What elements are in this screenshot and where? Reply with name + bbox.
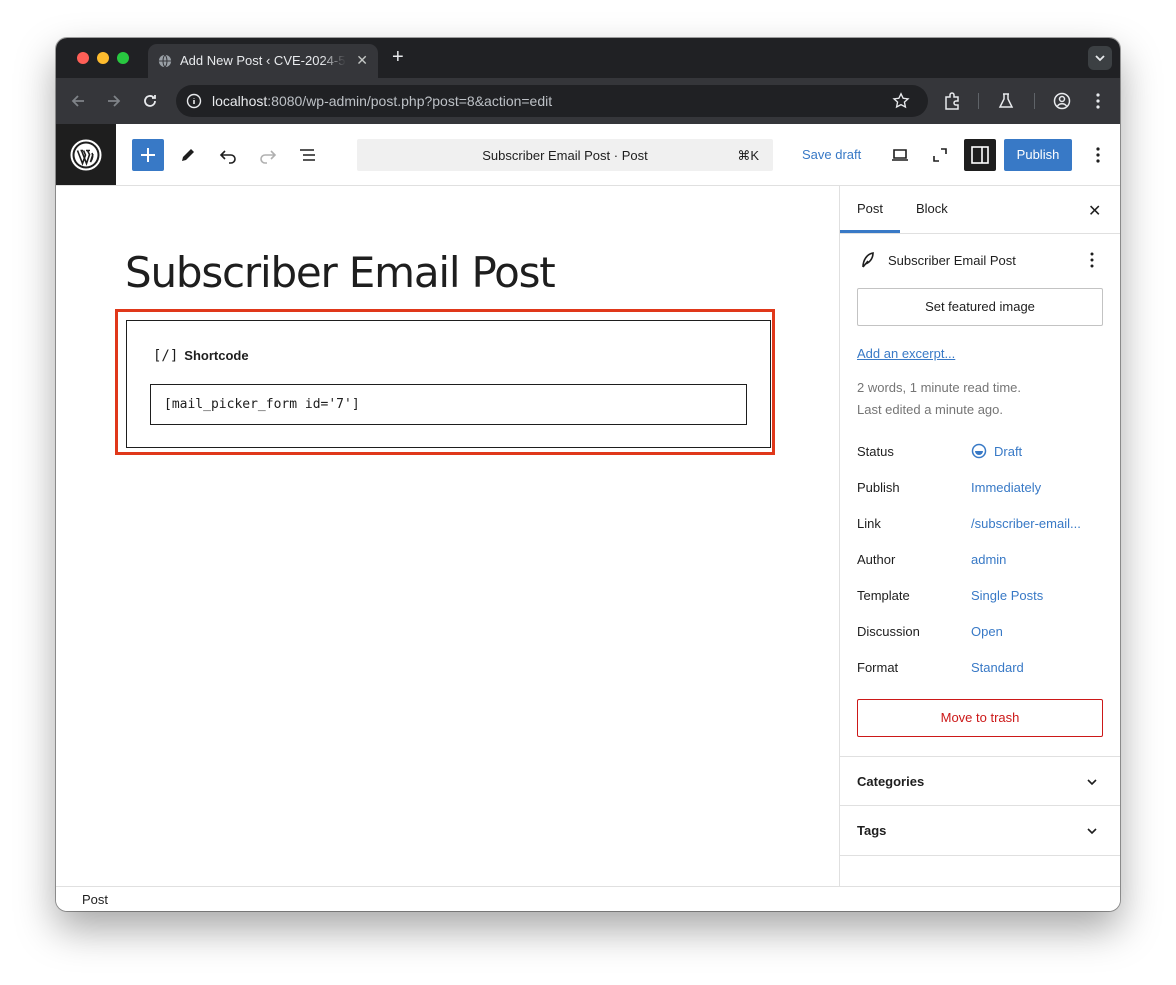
format-label: Format [857,660,899,675]
close-sidebar-icon[interactable]: ✕ [1088,201,1101,221]
format-value[interactable]: Standard [971,660,1024,675]
block-inserter-button[interactable] [132,139,164,171]
link-value[interactable]: /subscriber-email... [971,516,1081,531]
reload-icon[interactable] [140,91,160,111]
publish-label: Publish [857,480,900,495]
editor-header: Subscriber Email Post · Post ⌘K Save dra… [56,124,1120,186]
categories-panel[interactable]: Categories [840,756,1120,806]
close-window-button[interactable] [77,52,89,64]
post-title[interactable]: Subscriber Email Post [125,248,556,297]
tags-panel[interactable]: Tags [840,805,1120,856]
pencil-tools-icon[interactable] [176,143,200,167]
tab-strip: Add New Post ‹ CVE-2024-5 ✕ + [56,38,1120,78]
word-count-text: 2 words, 1 minute read time. [857,380,1022,395]
add-excerpt-link[interactable]: Add an excerpt... [857,346,955,361]
toolbar-divider [978,93,979,109]
browser-window: Add New Post ‹ CVE-2024-5 ✕ + localhost:… [56,38,1120,911]
labs-flask-icon[interactable] [996,91,1016,111]
shortcode-block-header: [/] Shortcode [153,348,249,364]
bookmark-star-icon[interactable] [892,92,910,110]
extensions-icon[interactable] [942,91,962,111]
sidebar-panel-icon [971,146,989,164]
address-bar[interactable]: localhost:8080/wp-admin/post.php?post=8&… [176,85,928,117]
chevron-down-icon [1095,55,1105,62]
undo-icon[interactable] [216,143,240,167]
browser-menu-icon[interactable] [1088,91,1108,111]
globe-icon [158,54,172,68]
back-arrow-icon[interactable] [68,91,88,111]
sidebar-post-title: Subscriber Email Post [888,253,1016,268]
status-label: Status [857,444,894,459]
shortcode-block-label: Shortcode [184,348,249,363]
toolbar-divider [1034,93,1035,109]
active-tab-indicator [840,230,900,233]
tab-close-icon[interactable]: ✕ [356,52,368,69]
tags-panel-title: Tags [857,823,887,838]
command-shortcut: ⌘K [737,148,759,163]
discussion-value[interactable]: Open [971,624,1003,639]
move-to-trash-button[interactable]: Move to trash [857,699,1103,737]
wordpress-logo-icon [70,139,102,171]
tab-post[interactable]: Post [857,201,883,216]
url-path: :8080/wp-admin/post.php?post=8&action=ed… [267,93,553,109]
document-title: Subscriber Email Post · Post [482,148,648,163]
wordpress-logo-button[interactable] [56,124,116,185]
command-palette-bar[interactable]: Subscriber Email Post · Post ⌘K [357,139,773,171]
post-feather-icon [862,252,874,268]
browser-tab[interactable]: Add New Post ‹ CVE-2024-5 ✕ [148,44,378,78]
fullscreen-icon[interactable] [928,143,952,167]
settings-sidebar: Post Block ✕ Subscriber Email Post Set f… [839,186,1120,886]
shortcode-block[interactable]: [/] Shortcode [mail_picker_form id='7'] [126,320,771,448]
sidebar-tabs: Post Block ✕ [840,186,1120,234]
shortcode-input[interactable]: [mail_picker_form id='7'] [150,384,747,425]
shortcode-icon: [/] [153,348,179,364]
preview-device-icon[interactable] [888,143,912,167]
publish-button[interactable]: Publish [1004,139,1072,171]
forward-arrow-icon[interactable] [104,91,124,111]
last-edited-text: Last edited a minute ago. [857,402,1003,417]
author-value[interactable]: admin [971,552,1006,567]
template-value[interactable]: Single Posts [971,588,1043,603]
post-actions-menu-icon[interactable] [1082,250,1102,270]
discussion-label: Discussion [857,624,920,639]
new-tab-button[interactable]: + [392,46,404,68]
draft-status-icon [971,443,987,459]
breadcrumb-post[interactable]: Post [82,892,108,907]
settings-sidebar-toggle[interactable] [964,139,996,171]
link-label: Link [857,516,881,531]
minimize-window-button[interactable] [97,52,109,64]
options-menu-icon[interactable] [1086,143,1110,167]
redo-icon[interactable] [256,143,280,167]
publish-value[interactable]: Immediately [971,480,1041,495]
chevron-down-icon [1087,828,1097,835]
tab-block[interactable]: Block [916,201,948,216]
save-draft-button[interactable]: Save draft [802,147,861,162]
site-info-icon[interactable] [186,93,202,109]
author-label: Author [857,552,896,567]
status-value[interactable]: Draft [994,444,1022,459]
url-host: localhost [212,93,268,109]
tab-title: Add New Post ‹ CVE-2024-5 [180,53,346,68]
categories-panel-title: Categories [857,774,925,789]
url-text: localhost:8080/wp-admin/post.php?post=8&… [212,93,552,109]
profile-icon[interactable] [1052,91,1072,111]
tab-search-button[interactable] [1088,46,1112,70]
editor-canvas: Subscriber Email Post [/] Shortcode [mail… [56,186,839,886]
browser-toolbar: localhost:8080/wp-admin/post.php?post=8&… [56,78,1120,124]
chevron-down-icon [1087,779,1097,786]
set-featured-image-button[interactable]: Set featured image [857,288,1103,326]
block-breadcrumb-bar: Post [56,886,1120,911]
plus-icon [141,148,155,162]
document-overview-icon[interactable] [296,143,320,167]
zoom-window-button[interactable] [117,52,129,64]
template-label: Template [857,588,910,603]
